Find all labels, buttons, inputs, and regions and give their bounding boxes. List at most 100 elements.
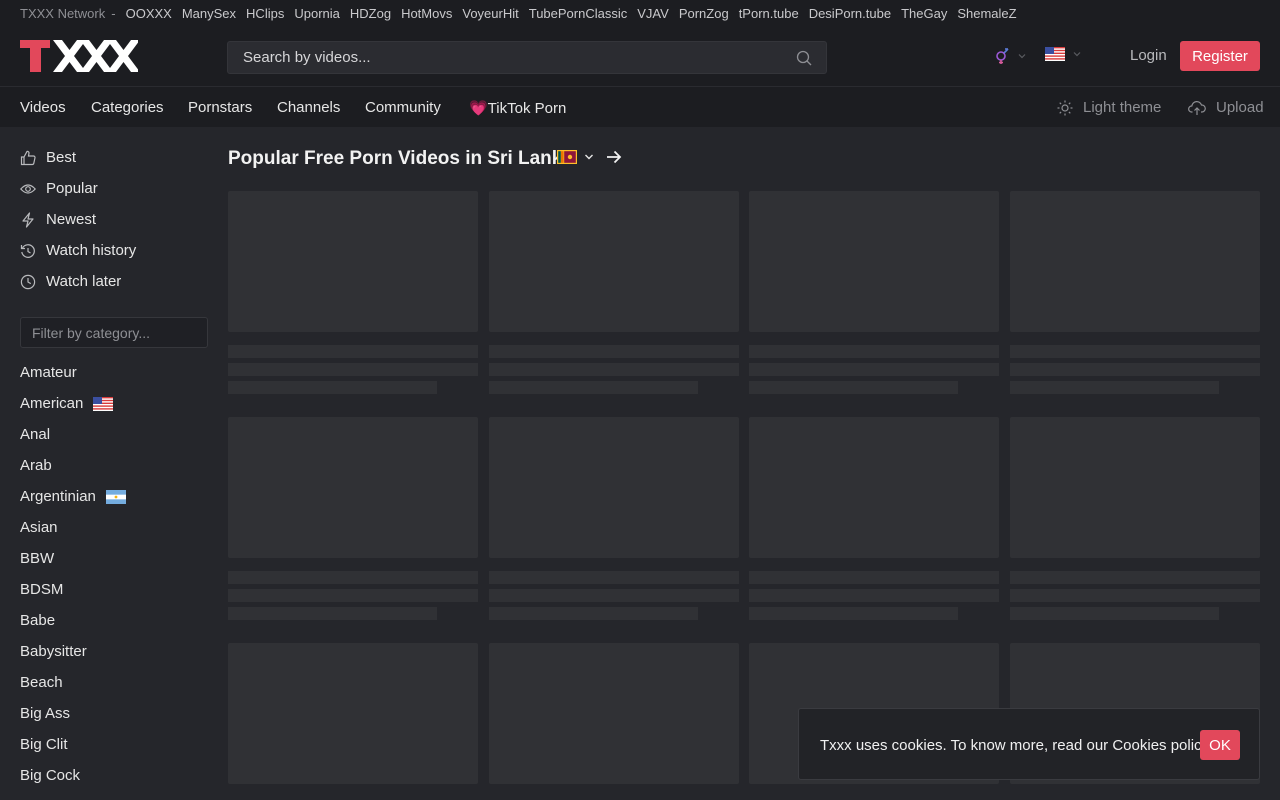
- cookie-ok-button[interactable]: OK: [1200, 730, 1240, 760]
- title-line-placeholder: [489, 589, 739, 602]
- category-big-ass[interactable]: Big Ass: [20, 705, 70, 722]
- category-beach[interactable]: Beach: [20, 674, 63, 691]
- network-link-pornzog[interactable]: PornZog: [679, 6, 729, 21]
- nav-tiktok-porn[interactable]: 💗TikTok Porn: [469, 99, 566, 117]
- cloud-upload-icon: [1188, 100, 1206, 115]
- video-thumbnail-placeholder: [749, 191, 999, 332]
- title-line-placeholder: [1010, 571, 1260, 584]
- video-card-placeholder[interactable]: [228, 417, 478, 620]
- category-label: BBW: [20, 550, 55, 567]
- nav-channels[interactable]: Channels: [277, 99, 340, 116]
- category-arab[interactable]: Arab: [20, 457, 52, 474]
- category-label: Argentinian: [20, 488, 96, 505]
- category-label: Babysitter: [20, 643, 87, 660]
- video-card-placeholder[interactable]: [749, 191, 999, 394]
- category-filter-input[interactable]: [32, 318, 202, 347]
- network-link-tporn[interactable]: tPorn.tube: [739, 6, 799, 21]
- title-line-placeholder: [228, 571, 478, 584]
- video-card-placeholder[interactable]: [489, 191, 739, 394]
- nav-community[interactable]: Community: [365, 99, 441, 116]
- video-thumbnail-placeholder: [228, 417, 478, 558]
- category-label: Big Cock: [20, 767, 81, 784]
- sidebar-item-label: Watch later: [46, 273, 122, 290]
- us-flag-icon: [1045, 47, 1065, 61]
- category-label: BDSM: [20, 581, 64, 598]
- category-big-cock[interactable]: Big Cock: [20, 767, 80, 784]
- orientation-selector[interactable]: [994, 47, 1026, 65]
- eye-icon: [20, 183, 36, 194]
- sidebar-item-label: Popular: [46, 180, 98, 197]
- category-babe[interactable]: Babe: [20, 612, 55, 629]
- category-label: Anal: [20, 426, 51, 443]
- network-link-voyeurhit[interactable]: VoyeurHit: [462, 6, 518, 21]
- network-link-tubepornclassic[interactable]: TubePornClassic: [529, 6, 628, 21]
- history-icon: [20, 243, 35, 258]
- title-line-placeholder: [489, 363, 739, 376]
- network-link-upornia[interactable]: Upornia: [294, 6, 340, 21]
- meta-line-placeholder: [1010, 381, 1219, 394]
- country-selector[interactable]: [557, 150, 622, 164]
- title-line-placeholder: [1010, 345, 1260, 358]
- network-link-ooxxx[interactable]: OOXXX: [126, 6, 172, 21]
- meta-line-placeholder: [489, 607, 698, 620]
- video-card-placeholder[interactable]: [228, 191, 478, 394]
- video-card-placeholder[interactable]: [489, 643, 739, 784]
- category-label: Beach: [20, 674, 63, 691]
- video-thumbnail-placeholder: [489, 417, 739, 558]
- title-line-placeholder: [228, 345, 478, 358]
- video-card-placeholder[interactable]: [489, 417, 739, 620]
- nav-categories[interactable]: Categories: [91, 99, 164, 116]
- category-american[interactable]: American: [20, 395, 114, 412]
- video-card-placeholder[interactable]: [749, 417, 999, 620]
- video-thumbnail-placeholder: [1010, 417, 1260, 558]
- category-label: Big Clit: [20, 736, 68, 753]
- network-link-manysex[interactable]: ManySex: [182, 6, 236, 21]
- light-theme-label: Light theme: [1083, 99, 1162, 116]
- network-link-hotmovs[interactable]: HotMovs: [401, 6, 452, 21]
- nav-videos[interactable]: Videos: [20, 99, 66, 116]
- network-link-desiporn[interactable]: DesiPorn.tube: [809, 6, 891, 21]
- category-babysitter[interactable]: Babysitter: [20, 643, 87, 660]
- us-flag-icon: [93, 396, 114, 411]
- chevron-down-icon: [1018, 54, 1026, 59]
- video-card-placeholder[interactable]: [1010, 417, 1260, 620]
- video-thumbnail-placeholder: [489, 191, 739, 332]
- category-bbw[interactable]: BBW: [20, 550, 54, 567]
- site-logo[interactable]: [20, 40, 138, 72]
- network-link-thegay[interactable]: TheGay: [901, 6, 947, 21]
- category-argentinian[interactable]: Argentinian: [20, 488, 126, 505]
- network-link-hclips[interactable]: HClips: [246, 6, 284, 21]
- register-button[interactable]: Register: [1180, 41, 1260, 71]
- category-anal[interactable]: Anal: [20, 426, 50, 443]
- login-link[interactable]: Login: [1130, 47, 1167, 64]
- search-input[interactable]: [243, 49, 773, 66]
- meta-line-placeholder: [749, 381, 958, 394]
- network-link-shemalez[interactable]: ShemaleZ: [957, 6, 1016, 21]
- category-bdsm[interactable]: BDSM: [20, 581, 63, 598]
- sidebar-item-best[interactable]: Best: [20, 149, 76, 166]
- search-box: [227, 41, 827, 74]
- video-card-placeholder[interactable]: [1010, 191, 1260, 394]
- upload-button[interactable]: Upload: [1188, 99, 1264, 116]
- category-asian[interactable]: Asian: [20, 519, 58, 536]
- network-title: TXXX Network: [20, 5, 106, 21]
- nav-pornstars[interactable]: Pornstars: [188, 99, 252, 116]
- language-selector[interactable]: [1045, 47, 1081, 61]
- category-label: Amateur: [20, 364, 77, 381]
- network-link-hdzog[interactable]: HDZog: [350, 6, 391, 21]
- sidebar-item-label: Newest: [46, 211, 97, 228]
- sidebar-item-popular[interactable]: Popular: [20, 180, 98, 197]
- category-label: Asian: [20, 519, 58, 536]
- category-amateur[interactable]: Amateur: [20, 364, 77, 381]
- category-big-clit[interactable]: Big Clit: [20, 736, 68, 753]
- arrow-right-icon[interactable]: [606, 150, 622, 164]
- sidebar-item-watch-history[interactable]: Watch history: [20, 242, 136, 259]
- title-line-placeholder: [489, 345, 739, 358]
- video-card-placeholder[interactable]: [228, 643, 478, 784]
- meta-line-placeholder: [749, 607, 958, 620]
- sidebar-item-watch-later[interactable]: Watch later: [20, 273, 121, 290]
- search-icon[interactable]: [796, 50, 812, 66]
- light-theme-toggle[interactable]: Light theme: [1057, 99, 1161, 116]
- sidebar-item-newest[interactable]: Newest: [20, 211, 96, 228]
- network-link-vjav[interactable]: VJAV: [637, 6, 669, 21]
